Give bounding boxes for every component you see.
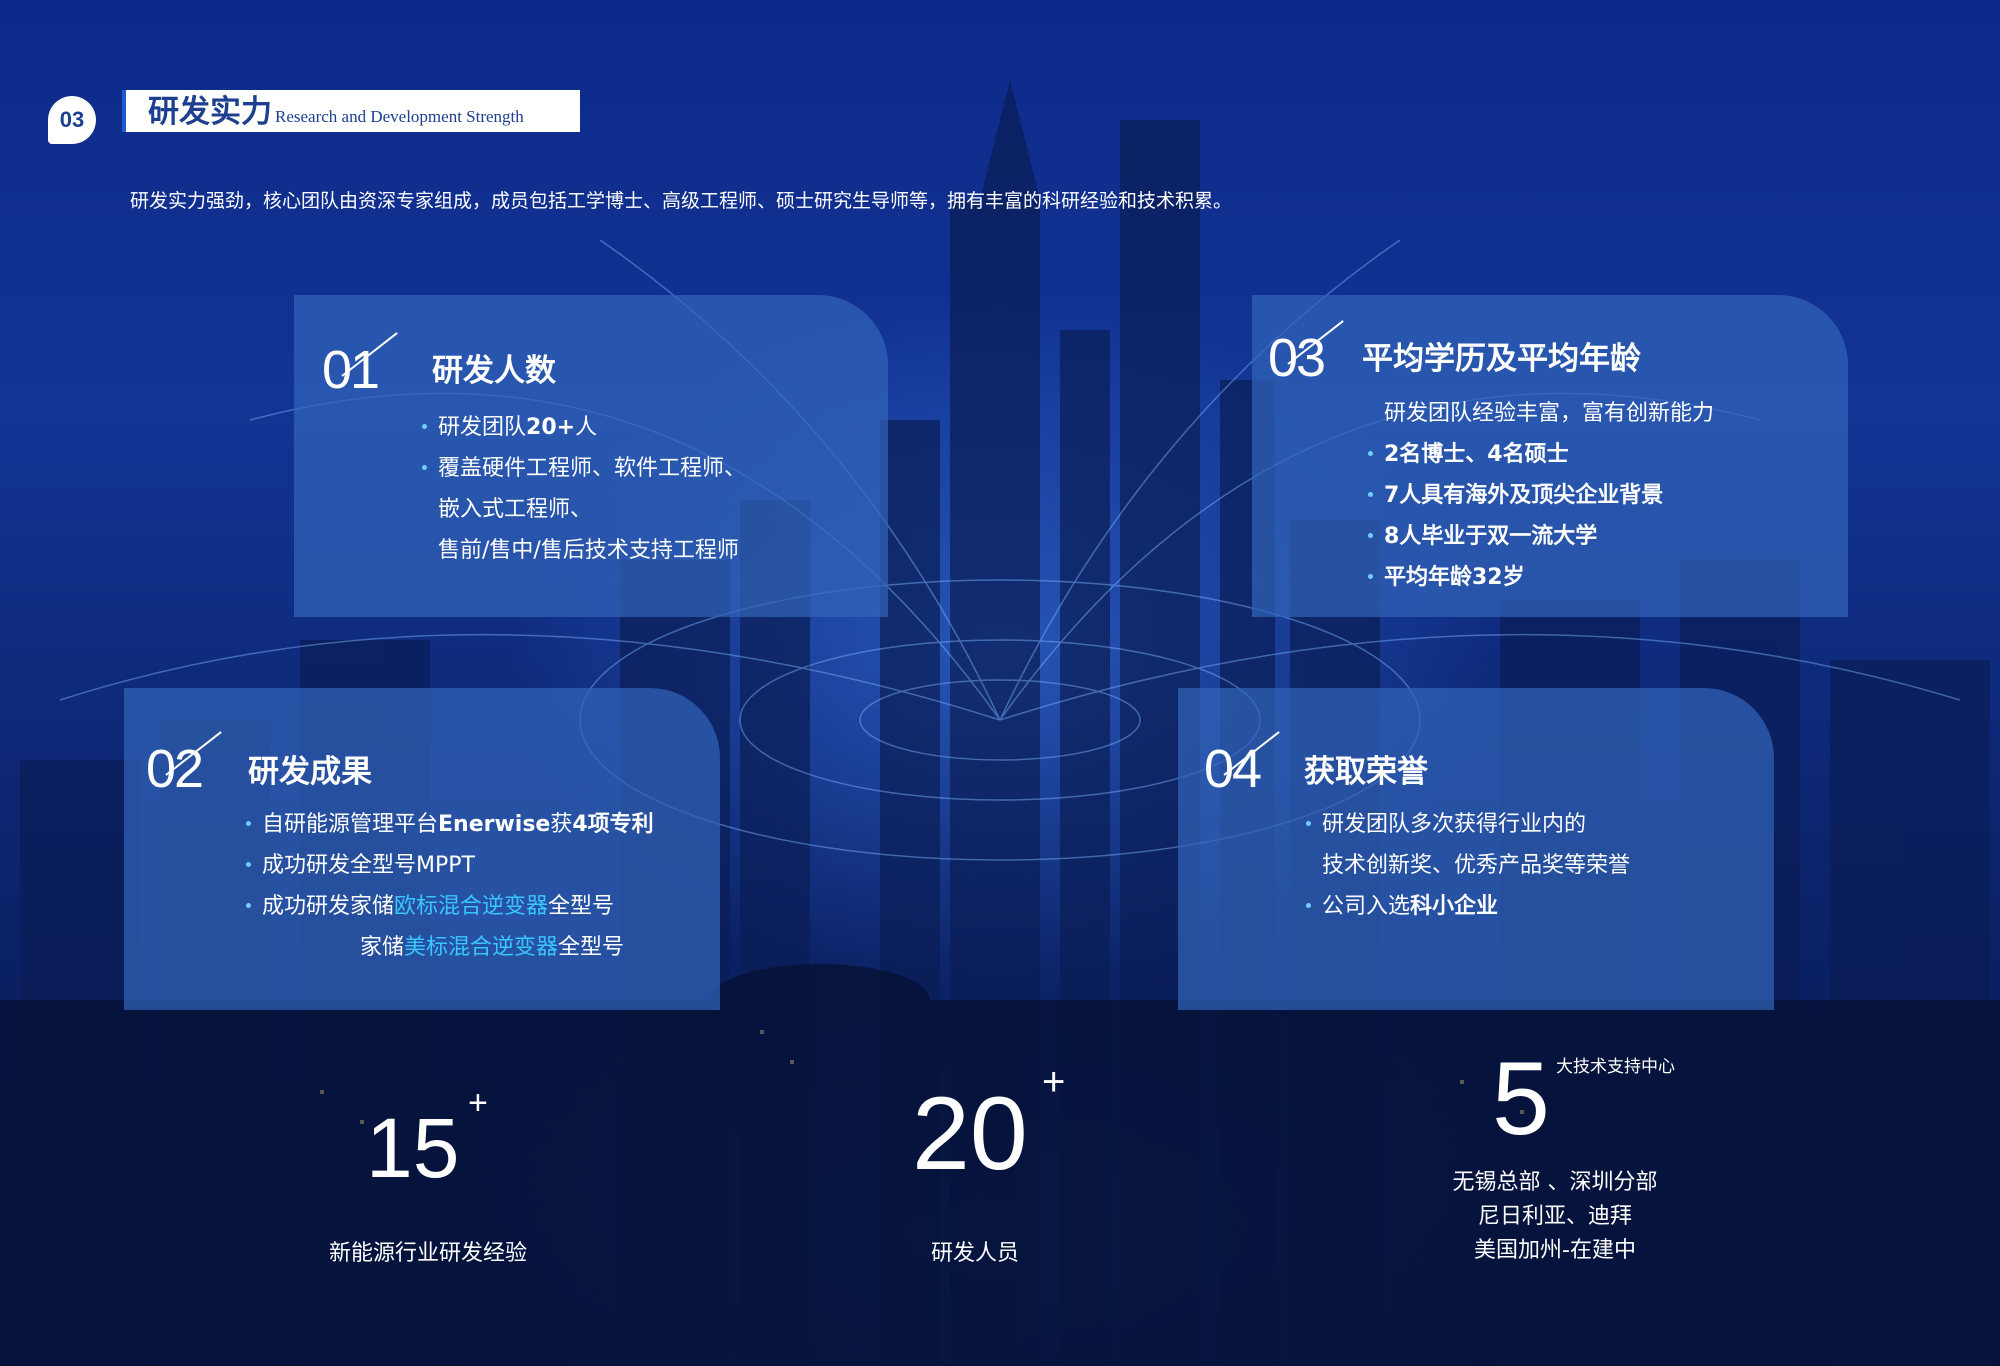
list-item: 研发团队经验丰富，富有创新能力: [1384, 401, 1715, 426]
stat-staff-value: 20: [912, 1076, 1028, 1192]
stat-years-plus: +: [468, 1084, 488, 1122]
card-title: 平均学历及平均年龄: [1362, 341, 1641, 377]
stat-centers-line2: 尼日利亚、迪拜: [1477, 1204, 1632, 1229]
bullet-dot-icon: [422, 424, 427, 429]
section-title-cn: 研发实力: [148, 94, 272, 130]
bullet-dot-icon: [1368, 451, 1373, 456]
bullet-dot-icon: [246, 903, 251, 908]
card-education-age: 03 平均学历及平均年龄 研发团队经验丰富，富有创新能力 2名博士、4名硕士 7…: [1252, 295, 1848, 617]
card-number: 04: [1204, 731, 1280, 800]
bullet-dot-icon: [246, 862, 251, 867]
card-rd-headcount: 01 研发人数 研发团队20+人 覆盖硬件工程师、软件工程师、 嵌入式工程师、 …: [294, 295, 888, 617]
list-item: 研发团队多次获得行业内的: [1306, 804, 1630, 845]
card-number: 02: [146, 731, 222, 800]
card-bullets: 研发团队经验丰富，富有创新能力 2名博士、4名硕士 7人具有海外及顶尖企业背景 …: [1368, 393, 1715, 598]
list-item: 公司入选科小企业: [1306, 886, 1630, 927]
card-bullets: 研发团队20+人 覆盖硬件工程师、软件工程师、 嵌入式工程师、 售前/售中/售后…: [422, 407, 746, 571]
list-item: 技术创新奖、优秀产品奖等荣誉: [1322, 853, 1631, 878]
card-title: 研发人数: [432, 353, 556, 389]
bullet-dot-icon: [246, 821, 251, 826]
list-item: 覆盖硬件工程师、软件工程师、: [422, 448, 746, 489]
section-title-bar: 研发实力 Research and Development Strength: [122, 90, 580, 132]
bullet-dot-icon: [1368, 574, 1373, 579]
section-number-badge: 03: [48, 96, 96, 144]
list-item: 平均年龄32岁: [1368, 557, 1714, 598]
list-item: 家储美标混合逆变器全型号: [360, 935, 625, 960]
stat-centers-line3: 美国加州-在建中: [1474, 1238, 1636, 1263]
card-title: 获取荣誉: [1304, 754, 1428, 790]
card-number: 03: [1268, 320, 1344, 389]
list-item: 售前/售中/售后技术支持工程师: [438, 538, 739, 563]
stat-centers-sup: 大技术支持中心: [1556, 1057, 1675, 1077]
stat-staff-plus: +: [1042, 1060, 1066, 1104]
list-item: 嵌入式工程师、: [438, 497, 593, 522]
card-number: 01: [322, 332, 398, 401]
card-title: 研发成果: [248, 754, 372, 790]
stat-centers-line1: 无锡总部 、深圳分部: [1452, 1170, 1658, 1195]
list-item: 7人具有海外及顶尖企业背景: [1368, 475, 1714, 516]
card-bullets: 研发团队多次获得行业内的 技术创新奖、优秀产品奖等荣誉 公司入选科小企业: [1306, 804, 1631, 927]
list-item: 成功研发家储欧标混合逆变器全型号: [246, 886, 654, 927]
list-item: 2名博士、4名硕士: [1368, 434, 1714, 475]
list-item: 研发团队20+人: [422, 407, 746, 448]
list-item: 成功研发全型号MPPT: [246, 845, 654, 886]
stat-years-value: 15: [366, 1101, 460, 1195]
stat-years-label: 新能源行业研发经验: [328, 1241, 527, 1266]
list-item: 8人毕业于双一流大学: [1368, 516, 1714, 557]
section-title-en: Research and Development Strength: [275, 107, 524, 126]
stat-staff-label: 研发人员: [930, 1241, 1019, 1266]
bullet-dot-icon: [1306, 821, 1311, 826]
bullet-dot-icon: [1368, 492, 1373, 497]
bullet-dot-icon: [1306, 903, 1311, 908]
stat-centers-value: 5: [1492, 1041, 1550, 1157]
card-rd-achievements: 02 研发成果 自研能源管理平台Enerwise获4项专利 成功研发全型号MPP…: [124, 688, 720, 1010]
list-item: 自研能源管理平台Enerwise获4项专利: [246, 804, 654, 845]
bullet-dot-icon: [422, 465, 427, 470]
section-intro: 研发实力强劲，核心团队由资深专家组成，成员包括工学博士、高级工程师、硕士研究生导…: [130, 190, 1233, 212]
bullet-dot-icon: [1368, 533, 1373, 538]
card-honors: 04 获取荣誉 研发团队多次获得行业内的 技术创新奖、优秀产品奖等荣誉 公司入选…: [1178, 688, 1774, 1010]
card-bullets: 自研能源管理平台Enerwise获4项专利 成功研发全型号MPPT 成功研发家储…: [246, 804, 654, 968]
